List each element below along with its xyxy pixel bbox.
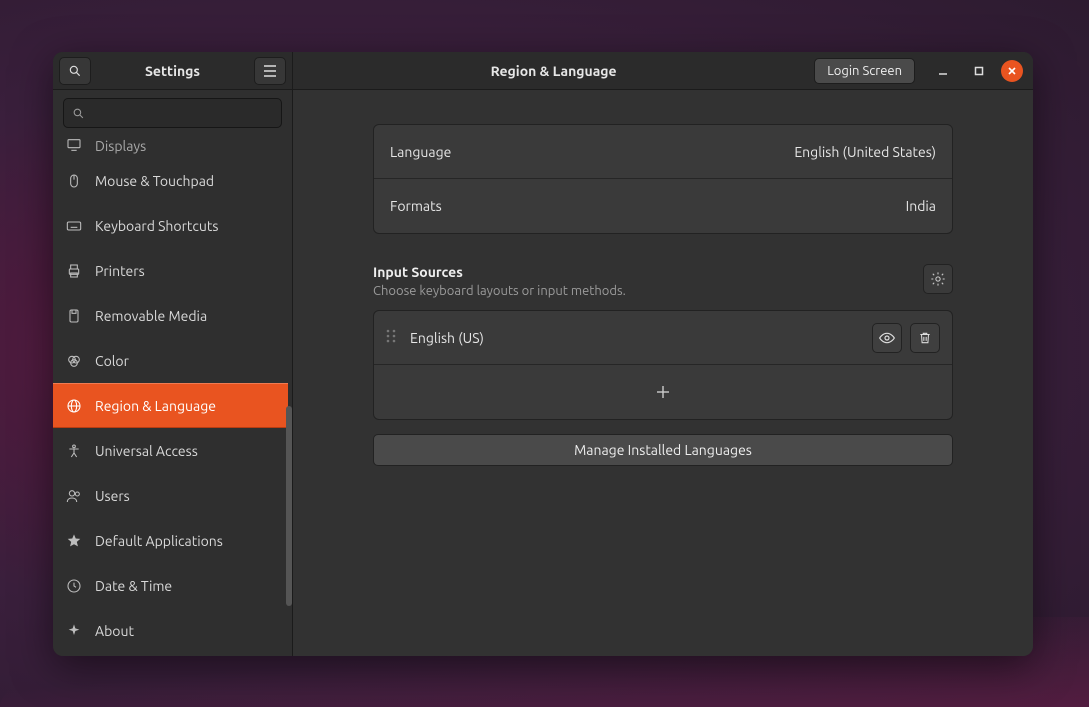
preview-layout-button[interactable] [872,323,902,353]
sidebar-item-color[interactable]: Color [53,338,288,383]
sidebar-item-label: Keyboard Shortcuts [95,218,218,234]
sidebar-search-input[interactable] [91,106,273,120]
eye-icon [879,332,895,344]
keyboard-icon [65,217,83,235]
formats-label: Formats [390,198,442,214]
accessibility-icon [65,442,83,460]
add-input-source-button[interactable] [374,365,952,419]
input-source-label: English (US) [410,330,864,346]
window-minimize-button[interactable] [929,57,957,85]
sidebar-item-label: Removable Media [95,308,207,324]
remove-source-button[interactable] [910,323,940,353]
window-close-button[interactable] [1001,60,1023,82]
page-title: Region & Language [293,63,814,79]
input-sources-subheading: Choose keyboard layouts or input methods… [373,284,626,298]
sidebar-item-default-applications[interactable]: Default Applications [53,518,288,563]
search-icon [72,107,85,120]
formats-value: India [906,198,936,214]
sidebar-item-label: Displays [95,138,146,154]
sidebar-scrollthumb[interactable] [286,406,292,606]
formats-row[interactable]: Formats India [374,179,952,233]
display-icon [65,136,83,154]
locale-settings-list: Language English (United States) Formats… [373,124,953,234]
sidebar-item-label: Users [95,488,130,504]
sidebar-item-label: About [95,623,134,639]
titlebar: Settings Region & Language Login Screen [53,52,1033,90]
sidebar-scrollbar[interactable] [286,142,292,650]
input-sources-list: English (US) [373,310,953,420]
sidebar-item-printers[interactable]: Printers [53,248,288,293]
removable-media-icon [65,307,83,325]
sidebar-item-mouse-touchpad[interactable]: Mouse & Touchpad [53,158,288,203]
sidebar-item-label: Region & Language [95,398,216,414]
input-sources-heading: Input Sources [373,264,626,280]
hamburger-menu-button[interactable] [254,57,286,85]
manage-languages-button[interactable]: Manage Installed Languages [373,434,953,466]
input-sources-settings-button[interactable] [923,264,953,294]
printer-icon [65,262,83,280]
trash-icon [918,331,932,345]
settings-window: Settings Region & Language Login Screen [53,52,1033,656]
titlebar-right: Region & Language Login Screen [293,52,1033,89]
sidebar: Displays Mouse & Touchpad Keyboard Shortcu… [53,52,293,656]
sidebar-item-label: Default Applications [95,533,223,549]
input-sources-header: Input Sources Choose keyboard layouts or… [373,264,953,298]
sidebar-item-universal-access[interactable]: Universal Access [53,428,288,473]
sidebar-item-users[interactable]: Users [53,473,288,518]
app-title: Settings [95,63,250,79]
sidebar-item-label: Printers [95,263,145,279]
content-pane: Language English (United States) Formats… [293,52,1033,656]
globe-icon [65,397,83,415]
users-icon [65,487,83,505]
sidebar-item-displays[interactable]: Displays [53,136,288,158]
sparkle-icon [65,622,83,640]
sidebar-item-region-language[interactable]: Region & Language [53,383,288,428]
input-source-row[interactable]: English (US) [374,311,952,365]
sidebar-nav-list: Displays Mouse & Touchpad Keyboard Shortcu… [53,136,292,656]
maximize-icon [974,66,984,76]
sidebar-item-label: Color [95,353,129,369]
language-label: Language [390,144,451,160]
close-icon [1007,66,1017,76]
star-icon [65,532,83,550]
hamburger-icon [263,65,277,77]
sidebar-item-label: Mouse & Touchpad [95,173,214,189]
sidebar-item-removable-media[interactable]: Removable Media [53,293,288,338]
titlebar-search-button[interactable] [59,57,91,85]
drag-handle-icon[interactable] [386,329,396,346]
language-value: English (United States) [794,144,936,160]
clock-icon [65,577,83,595]
language-row[interactable]: Language English (United States) [374,125,952,179]
search-icon [68,64,82,78]
sidebar-search-box[interactable] [63,98,282,128]
mouse-icon [65,172,83,190]
minimize-icon [938,66,948,76]
titlebar-left: Settings [53,52,293,89]
gear-icon [930,271,946,287]
sidebar-item-label: Date & Time [95,578,172,594]
color-icon [65,352,83,370]
sidebar-item-label: Universal Access [95,443,198,459]
sidebar-item-date-time[interactable]: Date & Time [53,563,288,608]
sidebar-item-about[interactable]: About [53,608,288,653]
login-screen-button[interactable]: Login Screen [814,58,915,84]
sidebar-search-wrap [53,90,292,136]
content-inner: Language English (United States) Formats… [373,90,953,466]
sidebar-item-keyboard-shortcuts[interactable]: Keyboard Shortcuts [53,203,288,248]
window-maximize-button[interactable] [965,57,993,85]
plus-icon [656,385,670,399]
